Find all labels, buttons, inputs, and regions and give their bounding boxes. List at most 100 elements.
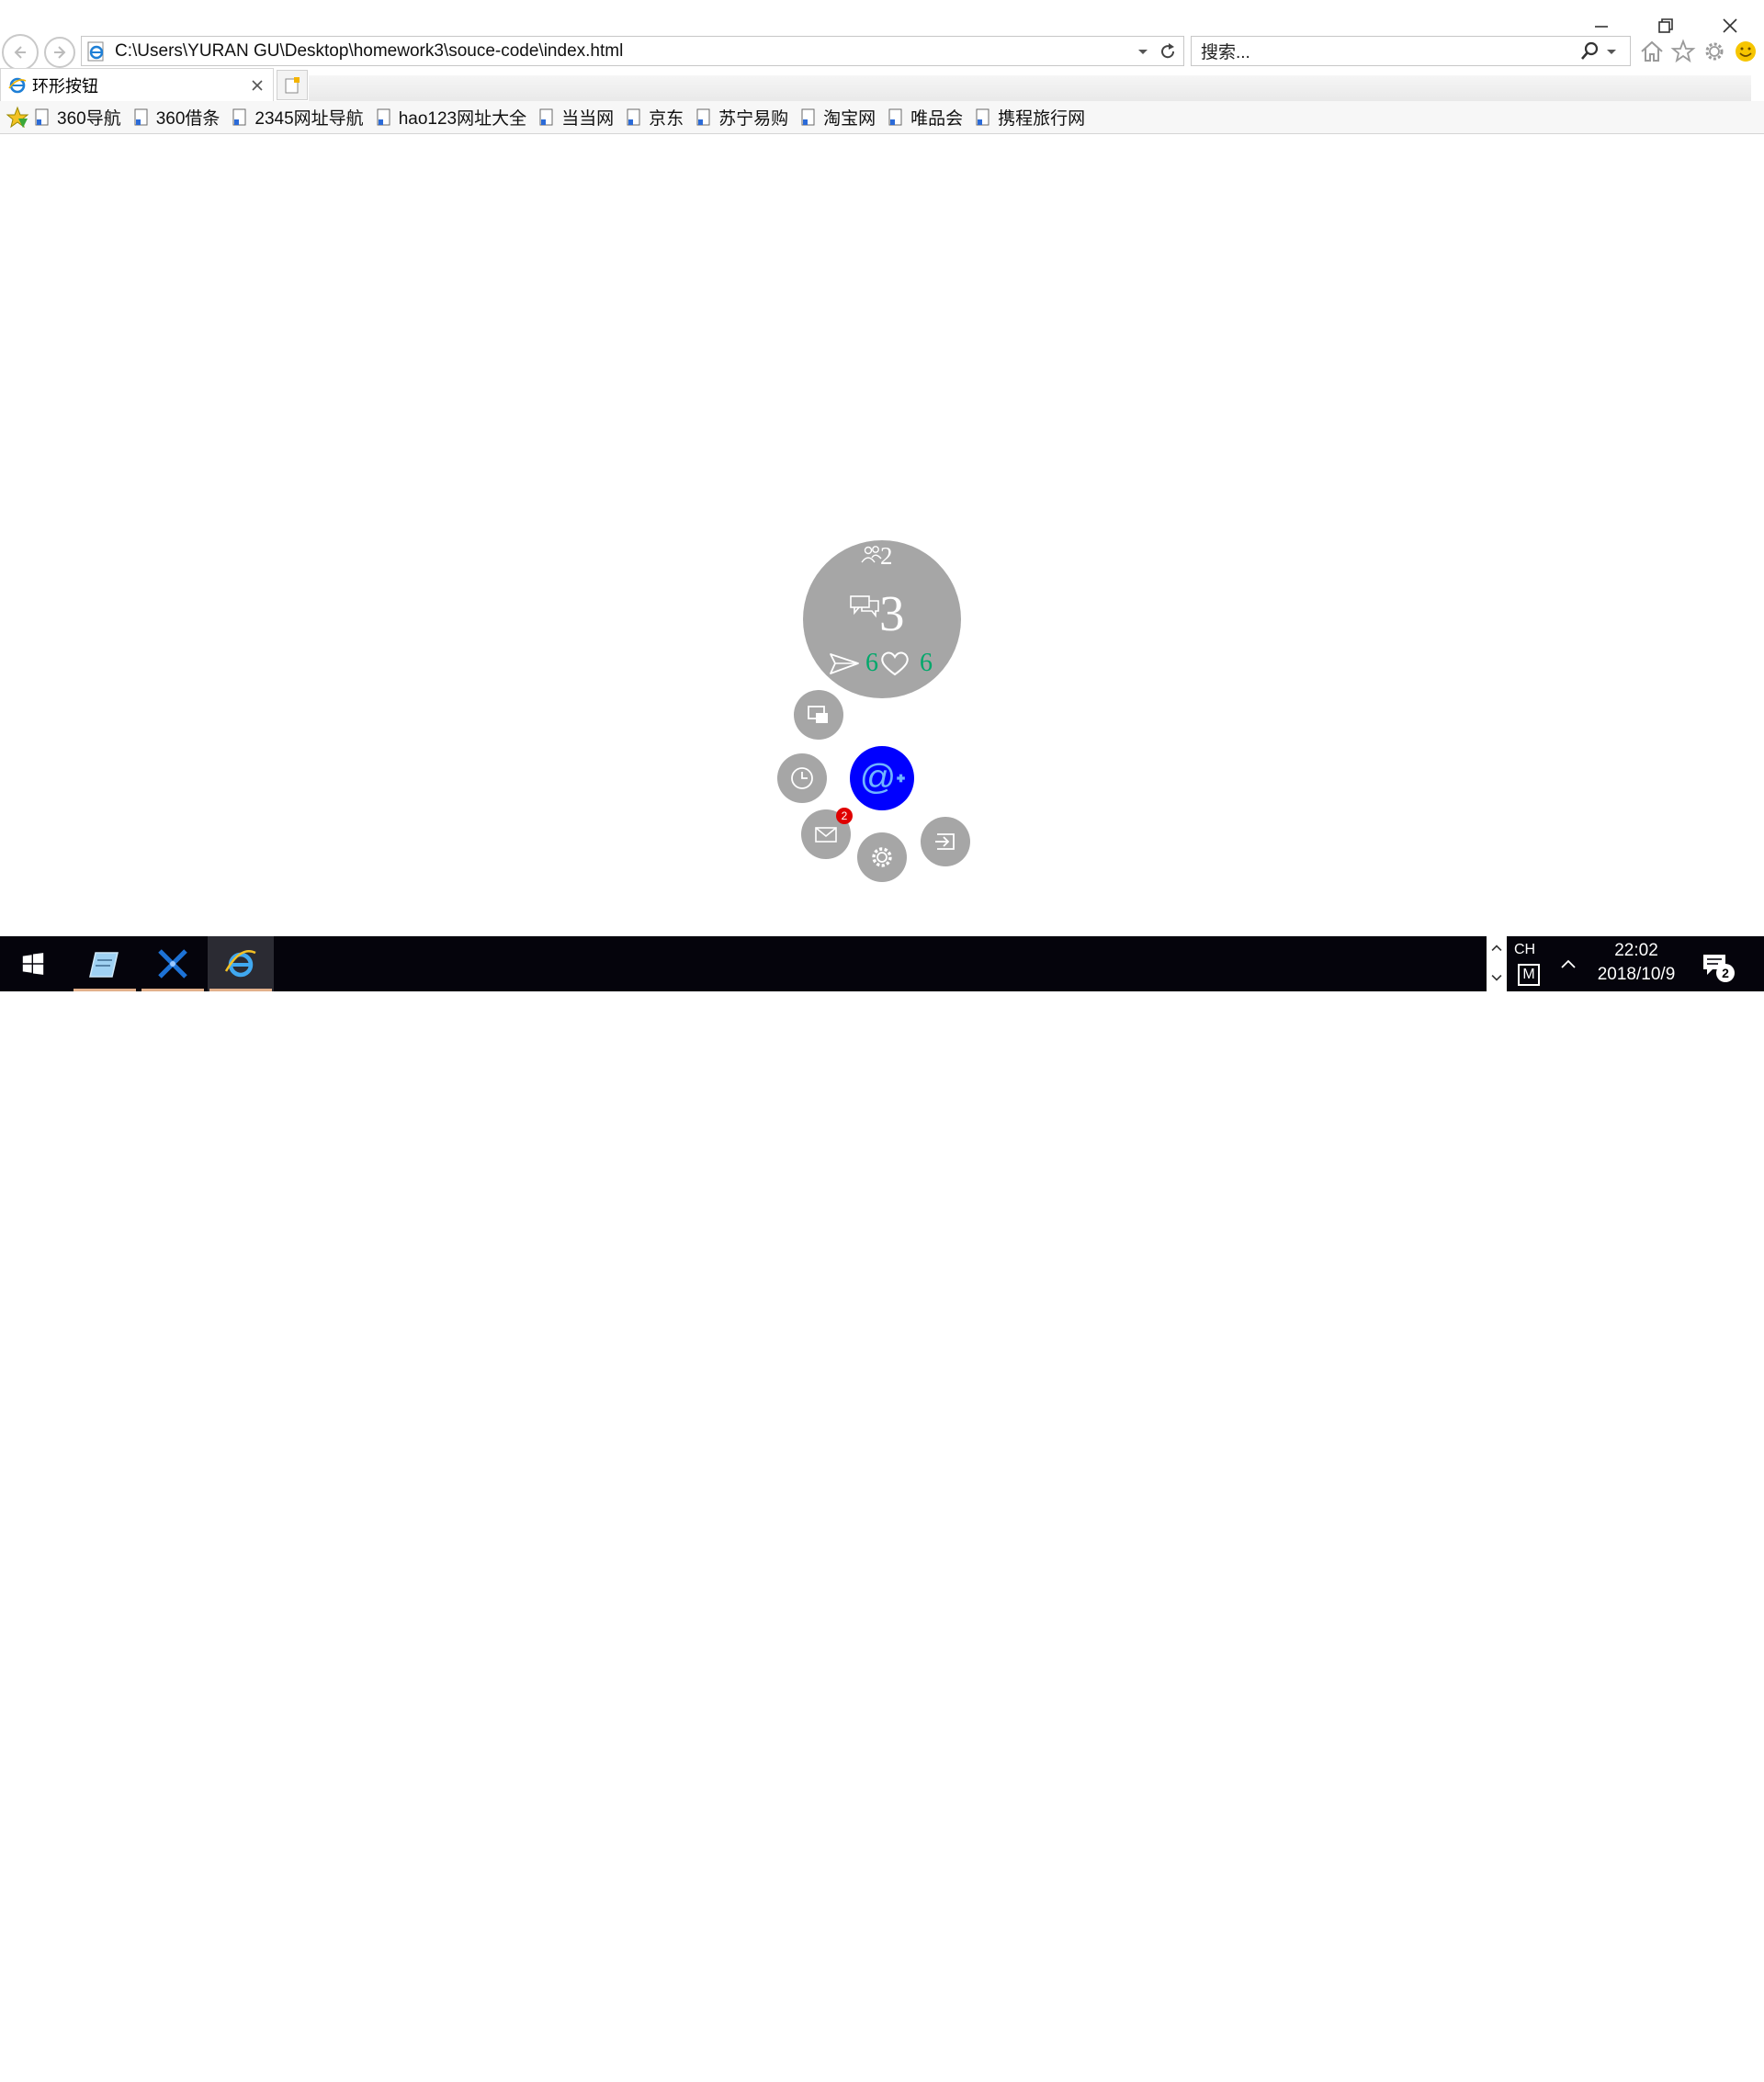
tab-active[interactable]: 环形按钮 xyxy=(0,68,274,101)
favorite-page-icon xyxy=(801,108,815,125)
favorite-page-icon xyxy=(888,108,902,125)
favorite-page-icon xyxy=(134,108,148,125)
home-icon[interactable] xyxy=(1639,39,1665,64)
taskbar-app-notes[interactable] xyxy=(72,936,138,991)
restore-icon xyxy=(1658,18,1673,33)
minimize-icon xyxy=(1595,26,1608,28)
tray-date[interactable]: 2018/10/9 xyxy=(1586,965,1687,985)
favorite-page-icon xyxy=(696,108,710,125)
chevron-down-icon xyxy=(1491,974,1502,981)
back-arrow-icon xyxy=(14,46,26,59)
tray-time[interactable]: 22:02 xyxy=(1586,941,1687,961)
favorite-page-icon xyxy=(232,108,246,125)
tray-ime[interactable]: M xyxy=(1518,964,1540,986)
chevron-down-icon[interactable] xyxy=(1134,42,1152,61)
favorite-label: 苏宁易购 xyxy=(718,109,789,129)
favorites-bar: 360导航 360借条 2345网址导航 hao123网址大全 当当网 京东 苏… xyxy=(0,101,1764,134)
gear-icon xyxy=(872,847,892,867)
forward-arrow-icon xyxy=(54,46,66,59)
browser-window: C:\Users\YURAN GU\Desktop\homework3\souc… xyxy=(0,0,1764,991)
new-tab-button[interactable] xyxy=(277,70,308,100)
windows-button[interactable] xyxy=(794,690,843,740)
likes-count: 6 xyxy=(920,649,933,677)
notification-count: 2 xyxy=(1716,964,1735,982)
favorite-link[interactable]: 360导航 xyxy=(35,105,121,130)
favorite-link[interactable]: 当当网 xyxy=(539,105,614,130)
taskbar-app-xmind[interactable] xyxy=(140,936,206,991)
tab-strip xyxy=(309,75,1751,101)
add-contact-button[interactable]: @ xyxy=(850,746,914,810)
star-icon[interactable] xyxy=(1670,39,1696,64)
favorites-star-icon[interactable] xyxy=(6,106,29,130)
favorite-label: 唯品会 xyxy=(910,109,964,129)
mail-button[interactable]: 2 xyxy=(801,808,853,859)
chats-count: 3 xyxy=(879,585,905,641)
favorite-link[interactable]: 唯品会 xyxy=(888,105,963,130)
favorite-link[interactable]: 携程旅行网 xyxy=(976,105,1085,130)
back-button[interactable] xyxy=(2,34,39,71)
smiley-icon[interactable] xyxy=(1733,39,1758,64)
notes-app-icon xyxy=(89,952,119,978)
ie-page-icon xyxy=(8,77,27,93)
favorite-link[interactable]: 苏宁易购 xyxy=(696,105,788,130)
search-icon[interactable] xyxy=(1578,40,1600,62)
users-count: 2 xyxy=(880,542,893,570)
clock-button[interactable] xyxy=(777,753,827,803)
new-tab-icon xyxy=(285,76,300,93)
running-indicator xyxy=(141,989,204,991)
taskbar: CH M 22:02 2018/10/9 2 xyxy=(0,936,1764,991)
windows-icon xyxy=(808,706,828,723)
tab-row: 环形按钮 xyxy=(0,68,1764,101)
forward-button[interactable] xyxy=(44,37,75,68)
address-bar[interactable]: C:\Users\YURAN GU\Desktop\homework3\souc… xyxy=(81,36,1184,66)
favorite-label: 携程旅行网 xyxy=(998,109,1086,129)
windows-logo-icon xyxy=(22,953,44,975)
favorite-page-icon xyxy=(627,108,640,125)
ie-page-icon xyxy=(87,41,104,61)
chat-icon xyxy=(850,595,879,618)
chevron-up-icon[interactable] xyxy=(1558,954,1578,974)
ie-app-icon xyxy=(224,950,256,978)
close-icon[interactable] xyxy=(249,77,266,94)
favorite-label: 淘宝网 xyxy=(823,109,876,129)
address-url: C:\Users\YURAN GU\Desktop\homework3\souc… xyxy=(115,40,624,61)
favorite-page-icon xyxy=(976,108,989,125)
ring-menu: 2 3 6 6 @ 2 xyxy=(0,0,1764,991)
favorite-label: 360导航 xyxy=(57,109,121,129)
tray-scroller[interactable] xyxy=(1487,936,1507,991)
favorite-label: hao123网址大全 xyxy=(398,109,527,129)
xmind-app-icon xyxy=(158,949,187,979)
favorite-label: 当当网 xyxy=(561,109,615,129)
exit-icon xyxy=(935,833,955,850)
search-input[interactable]: 搜索... xyxy=(1201,39,1578,63)
favorite-link[interactable]: 淘宝网 xyxy=(801,105,876,130)
favorite-link[interactable]: hao123网址大全 xyxy=(377,105,526,130)
favorite-page-icon xyxy=(35,108,49,125)
sends-count: 6 xyxy=(865,649,878,677)
chevron-up-icon xyxy=(1491,945,1502,952)
heart-icon xyxy=(881,651,909,676)
refresh-icon[interactable] xyxy=(1158,41,1178,62)
at-plus-icon: @ xyxy=(859,758,905,798)
stats-circle[interactable]: 2 3 6 6 xyxy=(803,540,961,698)
start-button[interactable] xyxy=(0,936,66,991)
running-indicator xyxy=(74,989,136,991)
settings-button[interactable] xyxy=(857,832,907,882)
search-box[interactable]: 搜索... xyxy=(1191,36,1631,66)
favorite-link[interactable]: 2345网址导航 xyxy=(232,105,364,130)
favorite-label: 京东 xyxy=(649,109,684,129)
favorite-link[interactable]: 京东 xyxy=(627,105,684,130)
favorite-page-icon xyxy=(539,108,553,125)
exit-button[interactable] xyxy=(921,817,970,866)
favorite-link[interactable]: 360借条 xyxy=(134,105,220,130)
taskbar-app-ie[interactable] xyxy=(208,936,274,991)
close-icon xyxy=(1723,18,1737,33)
clock-icon xyxy=(791,767,813,789)
svg-text:@: @ xyxy=(859,758,895,798)
favorite-label: 2345网址导航 xyxy=(254,109,364,129)
chevron-down-icon[interactable] xyxy=(1604,44,1619,59)
mail-icon xyxy=(815,827,837,843)
running-indicator xyxy=(209,989,272,991)
tray-language[interactable]: CH xyxy=(1514,942,1535,958)
gear-icon[interactable] xyxy=(1702,39,1727,64)
